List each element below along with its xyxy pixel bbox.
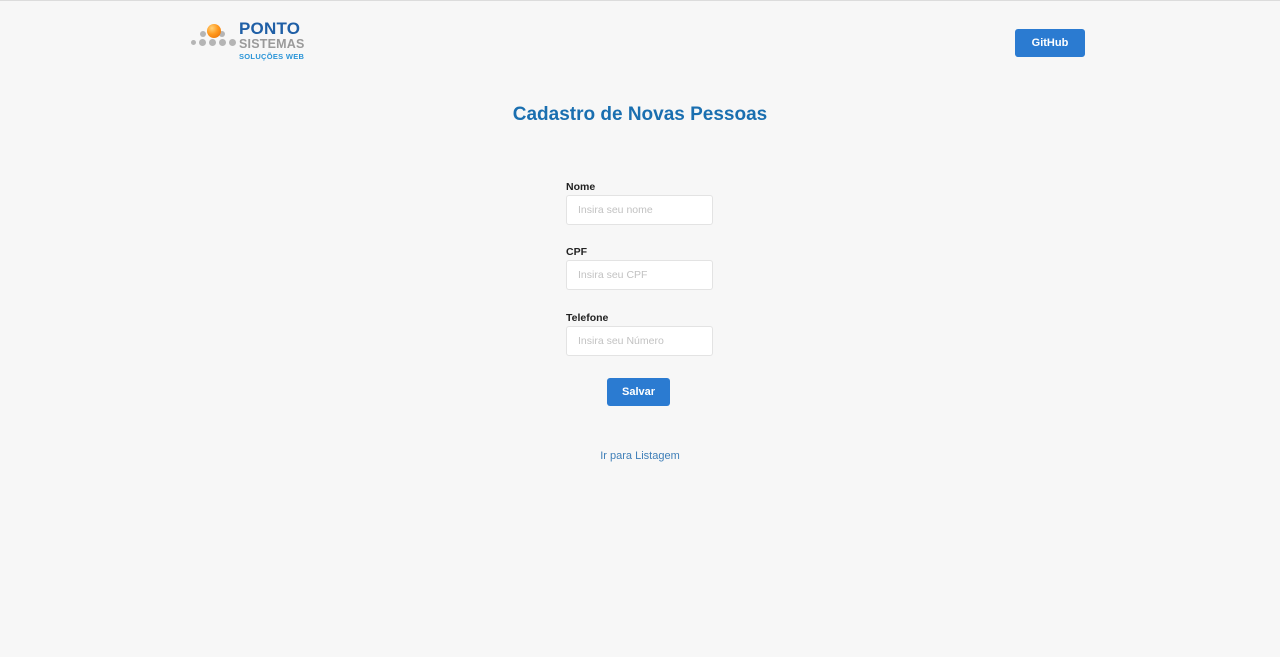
top-border [0, 0, 1280, 1]
logo-dot-icon [219, 39, 226, 46]
logo-orange-ball-icon [207, 24, 221, 38]
nome-input[interactable] [566, 195, 713, 225]
company-logo: PONTO SISTEMAS SOLUÇÕES WEB [191, 20, 306, 64]
logo-text-ponto: PONTO [239, 19, 301, 38]
logo-dot-icon [191, 40, 196, 45]
cpf-label: CPF [566, 246, 587, 258]
list-link-container: Ir para Listagem [0, 450, 1280, 462]
telefone-label: Telefone [566, 312, 609, 324]
nome-label: Nome [566, 181, 596, 193]
logo-dot-icon [200, 31, 206, 37]
page-title: Cadastro de Novas Pessoas [512, 104, 768, 125]
logo-dot-icon [199, 39, 206, 46]
github-button[interactable]: GitHub [1015, 29, 1085, 57]
logo-text-solucoes-web: SOLUÇÕES WEB [239, 52, 305, 61]
logo-text-sistemas: SISTEMAS [239, 37, 305, 51]
cpf-input[interactable] [566, 260, 713, 290]
go-to-listing-link[interactable]: Ir para Listagem [600, 450, 679, 462]
logo-dot-icon [229, 39, 236, 46]
logo-dot-icon [209, 39, 216, 46]
telefone-input[interactable] [566, 326, 713, 356]
save-button[interactable]: Salvar [607, 378, 670, 406]
